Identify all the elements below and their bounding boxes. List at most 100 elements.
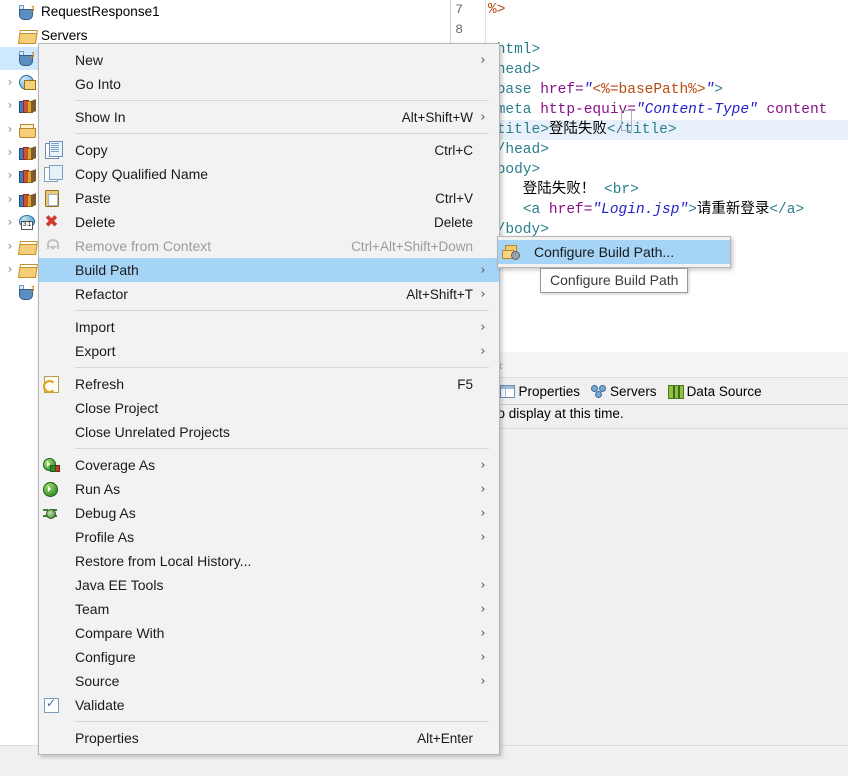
code-line[interactable]: <a href="Login.jsp">请重新登录</a> — [488, 200, 804, 220]
expand-twisty-icon[interactable]: › — [2, 215, 18, 229]
menu-item-label: Paste — [75, 190, 111, 206]
menu-item-configure[interactable]: Configure › — [39, 645, 499, 669]
copy-qualified-icon — [39, 164, 75, 184]
menu-item-export[interactable]: Export › — [39, 339, 499, 363]
menu-item-label: Import — [75, 319, 115, 335]
menu-item-icon-slot — [39, 551, 75, 571]
folder-open-icon — [18, 260, 38, 278]
menu-item-profile-as[interactable]: Profile As › — [39, 525, 499, 549]
tooltip: Configure Build Path — [540, 268, 689, 293]
bottom-panel-tabs[interactable]: arkersPropertiesServersData Source — [451, 378, 848, 405]
menu-item-close-unrelated-projects[interactable]: Close Unrelated Projects — [39, 420, 499, 444]
java-project-icon: J — [18, 283, 38, 301]
menu-item-build-path[interactable]: Build Path › — [39, 258, 499, 282]
tree-item-requestresponse1[interactable]: J RequestResponse1 — [0, 0, 450, 23]
code-line[interactable]: %> — [488, 0, 505, 20]
bottom-tab-data-source[interactable]: Data Source — [667, 384, 762, 399]
menu-item-accelerator: Ctrl+V — [435, 190, 473, 206]
menu-item-refactor[interactable]: Refactor Alt+Shift+T › — [39, 282, 499, 306]
jsp-page-icon — [18, 73, 38, 91]
submenu-arrow-icon: › — [480, 343, 486, 359]
menu-item-label: Close Unrelated Projects — [75, 424, 230, 440]
code-token: href= — [548, 202, 593, 218]
menu-item-refresh[interactable]: Refresh F5 — [39, 372, 499, 396]
code-line[interactable]: 登陆失败！ <br> — [488, 180, 639, 200]
menu-item-show-in[interactable]: Show In Alt+Shift+W › — [39, 105, 499, 129]
menu-item-icon-slot — [39, 284, 75, 304]
bottom-panel-toolbar: « — [451, 352, 848, 378]
menu-item-label: Go Into — [75, 76, 121, 92]
menu-separator — [75, 310, 489, 311]
submenu-arrow-icon: › — [480, 109, 486, 125]
menu-item-run-as[interactable]: Run As › — [39, 477, 499, 501]
menu-item-source[interactable]: Source › — [39, 669, 499, 693]
menu-item-delete[interactable]: ✖ Delete Delete — [39, 210, 499, 234]
menu-item-label: Copy Qualified Name — [75, 166, 209, 182]
menu-item-label: Refactor — [75, 286, 128, 302]
menu-item-properties[interactable]: Properties Alt+Enter — [39, 726, 499, 750]
expand-twisty-icon[interactable]: › — [2, 145, 18, 159]
code-line[interactable]: <meta http-equiv="Content-Type" content — [488, 100, 827, 120]
coverage-icon — [39, 455, 75, 475]
code-token: content — [766, 102, 828, 118]
menu-item-team[interactable]: Team › — [39, 597, 499, 621]
code-line[interactable]: <title>登陆失败</title> — [486, 120, 848, 140]
menu-item-validate[interactable]: Validate — [39, 693, 499, 717]
expand-twisty-icon[interactable]: › — [2, 122, 18, 136]
code-token: <%=basePath%> — [592, 82, 706, 98]
expand-twisty-icon[interactable]: › — [2, 98, 18, 112]
menu-item-icon-slot — [39, 575, 75, 595]
expand-twisty-icon[interactable]: › — [2, 192, 18, 206]
menu-item-paste[interactable]: Paste Ctrl+V — [39, 186, 499, 210]
menu-item-copy[interactable]: Copy Ctrl+C — [39, 138, 499, 162]
code-editor[interactable]: 789 %> <html><head><base href="<%=basePa… — [451, 0, 848, 352]
submenu-arrow-icon: › — [480, 52, 486, 68]
menu-item-close-project[interactable]: Close Project — [39, 396, 499, 420]
folder-open-icon — [18, 26, 38, 44]
submenu-arrow-icon: › — [480, 457, 486, 473]
project-context-menu[interactable]: New › Go Into Show In Alt+Shift+W › Copy Ctrl+C… — [38, 43, 500, 755]
menu-item-label: Run As — [75, 481, 121, 497]
library-icon — [18, 143, 38, 161]
bottom-view-stack[interactable]: « arkersPropertiesServersData Source nso… — [451, 352, 848, 745]
menu-item-java-ee-tools[interactable]: Java EE Tools › — [39, 573, 499, 597]
delete-icon: ✖ — [44, 212, 59, 231]
menu-item-restore-from-local-history[interactable]: Restore from Local History... — [39, 549, 499, 573]
expand-twisty-icon[interactable]: › — [2, 239, 18, 253]
run-icon — [39, 479, 75, 499]
library-icon — [18, 190, 38, 208]
console-body — [465, 428, 848, 739]
menu-item-compare-with[interactable]: Compare With › — [39, 621, 499, 645]
menu-item-label: Java EE Tools — [75, 577, 164, 593]
menu-item-configure-build-path[interactable]: Configure Build Path... — [498, 240, 730, 264]
menu-item-import[interactable]: Import › — [39, 315, 499, 339]
menu-separator — [75, 721, 489, 722]
menu-item-label: Properties — [75, 730, 139, 746]
menu-item-label: Build Path — [75, 262, 139, 278]
bottom-tab-label: Servers — [610, 383, 657, 399]
submenu-arrow-icon: › — [480, 286, 486, 302]
bottom-tab-servers[interactable]: Servers — [590, 384, 657, 399]
copy-icon — [39, 140, 75, 160]
menu-item-label: Delete — [75, 214, 116, 230]
menu-item-copy-qualified-name[interactable]: Copy Qualified Name — [39, 162, 499, 186]
menu-item-coverage-as[interactable]: Coverage As › — [39, 453, 499, 477]
editor-code-area[interactable]: %> <html> <head> <base href="<%=basePath%>… — [486, 0, 848, 352]
menu-separator — [75, 448, 489, 449]
code-line[interactable] — [488, 20, 497, 40]
menu-item-debug-as[interactable]: Debug As › — [39, 501, 499, 525]
expand-twisty-icon[interactable]: › — [2, 168, 18, 182]
code-line[interactable]: <base href="<%=basePath%>"> — [488, 80, 723, 100]
menu-item-label: Team — [75, 601, 110, 617]
build-path-submenu[interactable]: Configure Build Path... — [497, 236, 731, 268]
expand-twisty-icon[interactable]: › — [2, 262, 18, 276]
menu-item-label: Source — [75, 673, 120, 689]
paste-icon — [39, 188, 75, 208]
menu-item-new[interactable]: New › — [39, 48, 499, 72]
menu-item-go-into[interactable]: Go Into — [39, 72, 499, 96]
menu-item-icon-slot — [39, 647, 75, 667]
expand-twisty-icon[interactable]: › — [2, 75, 18, 89]
bottom-tab-properties[interactable]: Properties — [499, 383, 581, 399]
bottom-tab-label: Properties — [518, 383, 581, 399]
checkbox-checked-icon — [39, 695, 75, 715]
